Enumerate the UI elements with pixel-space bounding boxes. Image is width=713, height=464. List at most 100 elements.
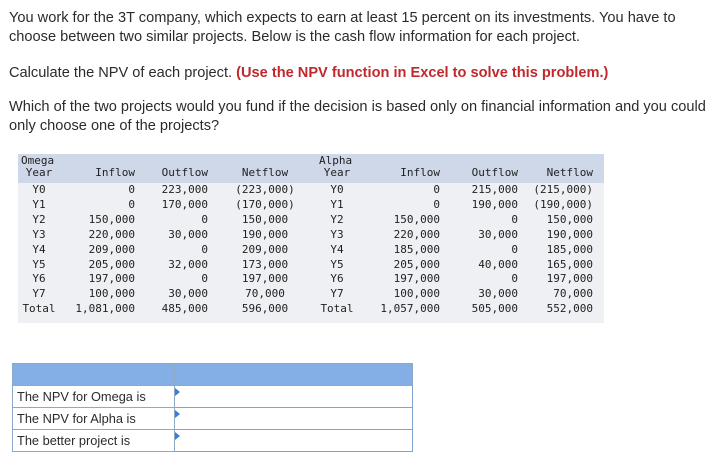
omega-cell-year: Y7 [32,287,46,301]
alpha-cell-outflow: 30,000 [478,287,518,301]
alpha-cell-inflow: 1,057,000 [380,302,440,316]
omega-cell-inflow: 150,000 [88,212,135,226]
alpha-cell-inflow: 185,000 [393,242,440,256]
omega-cell-inflow: 197,000 [88,272,135,286]
npv-omega-input[interactable] [173,385,414,408]
answer-row-omega: The NPV for Omega is [12,385,414,408]
omega-cell-year: Y3 [32,227,46,241]
better-project-input[interactable] [173,429,414,452]
alpha-header-outflow: Outflow [471,166,518,179]
alpha-cell-year: Y0 [330,183,344,196]
omega-cell-inflow: 0 [128,183,135,196]
omega-header-inflow: Inflow [95,166,135,179]
omega-cell-netflow: 190,000 [241,227,289,241]
omega-cell-year: Y6 [32,272,46,286]
alpha-header-inflow: Inflow [400,166,440,179]
omega-cell-outflow: 223,000 [161,183,208,196]
alpha-cell-year: Y5 [330,257,344,271]
input-flag-icon [174,432,180,440]
alpha-cell-inflow: 100,000 [393,287,440,301]
task-text: Calculate the NPV of each project. (Use … [9,64,709,83]
omega-cell-outflow: 0 [201,212,208,226]
omega-cell-netflow: (223,000) [235,183,295,196]
alpha-cell-outflow: 30,000 [478,227,518,241]
omega-cell-outflow: 30,000 [168,227,208,241]
alpha-cell-netflow: 197,000 [546,272,593,286]
omega-cell-year: Total [22,302,56,316]
omega-cell-year: Y0 [32,183,46,196]
input-flag-icon [174,410,180,418]
omega-cell-year: Y1 [32,197,46,211]
task-instruction: (Use the NPV function in Excel to solve … [236,65,609,81]
answer-row-alpha: The NPV for Alpha is [12,407,414,430]
npv-omega-label: The NPV for Omega is [12,385,175,408]
alpha-cell-year: Y7 [330,287,344,301]
alpha-cell-netflow: 70,000 [553,287,593,301]
alpha-cell-inflow: 220,000 [393,227,440,241]
answer-row-better: The better project is [12,429,414,452]
omega-header-outflow: Outflow [161,166,208,179]
omega-header-netflow: Netflow [241,166,289,179]
omega-cell-inflow: 1,081,000 [75,302,135,316]
omega-cell-outflow: 32,000 [168,257,208,271]
task-prefix: Calculate the NPV of each project. [9,65,233,81]
alpha-cell-netflow: 185,000 [546,242,593,256]
omega-cell-year: Y4 [32,242,46,256]
intro-text: You work for the 3T company, which expec… [9,10,676,45]
alpha-header-year: Year [323,166,351,179]
alpha-cell-outflow: 40,000 [478,257,518,271]
alpha-cell-netflow: 552,000 [546,302,593,316]
alpha-cell-netflow: 150,000 [546,212,593,226]
alpha-cell-outflow: 505,000 [471,302,518,316]
omega-cell-netflow: 209,000 [241,242,289,256]
alpha-cell-outflow: 215,000 [471,183,518,196]
alpha-cell-year: Y4 [330,242,344,256]
omega-cell-outflow: 485,000 [161,302,208,316]
better-project-label: The better project is [12,429,175,452]
alpha-cell-year: Y2 [330,212,344,226]
omega-cell-year: Y5 [32,257,46,271]
omega-cell-outflow: 30,000 [168,287,208,301]
alpha-cell-netflow: (190,000) [533,197,593,211]
omega-cell-inflow: 0 [128,197,135,211]
omega-cell-netflow: 596,000 [241,302,289,316]
cashflow-table: Omega Year Inflow Outflow Netflow Y0 0 223,000(… [18,154,604,323]
alpha-cell-year: Y3 [330,227,344,241]
omega-cell-year: Y2 [32,212,46,226]
omega-cell-outflow: 0 [201,272,208,286]
answer-header-row [12,363,414,386]
alpha-cell-inflow: 150,000 [393,212,440,226]
npv-alpha-input[interactable] [173,407,414,430]
npv-alpha-label: The NPV for Alpha is [12,407,175,430]
alpha-cell-netflow: 190,000 [546,227,593,241]
alpha-cell-inflow: 0 [433,197,440,211]
alpha-cell-outflow: 0 [511,242,518,256]
omega-cell-netflow: (170,000) [235,197,295,211]
alpha-cell-year: Total [320,302,354,316]
answer-header-cell-label [12,363,175,386]
omega-cell-netflow: 173,000 [241,257,289,271]
omega-header-year: Year [25,166,53,179]
omega-cell-outflow: 170,000 [161,197,208,211]
omega-cell-inflow: 220,000 [88,227,135,241]
alpha-header-netflow: Netflow [546,166,593,179]
alpha-cell-year: Y1 [330,197,344,211]
answer-table: The NPV for Omega is The NPV for Alpha i… [12,363,414,452]
answer-header-cell-input [173,363,414,386]
omega-cell-netflow: 197,000 [241,272,289,286]
alpha-cell-outflow: 190,000 [471,197,518,211]
omega-cell-inflow: 205,000 [88,257,135,271]
alpha-cell-year: Y6 [330,272,344,286]
alpha-cell-outflow: 0 [511,272,518,286]
omega-cell-inflow: 209,000 [88,242,135,256]
alpha-cell-inflow: 197,000 [393,272,440,286]
omega-cell-netflow: 70,000 [245,287,285,301]
question-text: Which of the two projects would you fund… [9,99,706,134]
input-flag-icon [174,388,180,396]
alpha-cell-outflow: 0 [511,212,518,226]
alpha-cell-inflow: 0 [433,183,440,196]
omega-cell-netflow: 150,000 [241,212,289,226]
omega-cell-outflow: 0 [201,242,208,256]
alpha-cell-inflow: 205,000 [393,257,440,271]
alpha-cell-netflow: 165,000 [546,257,593,271]
